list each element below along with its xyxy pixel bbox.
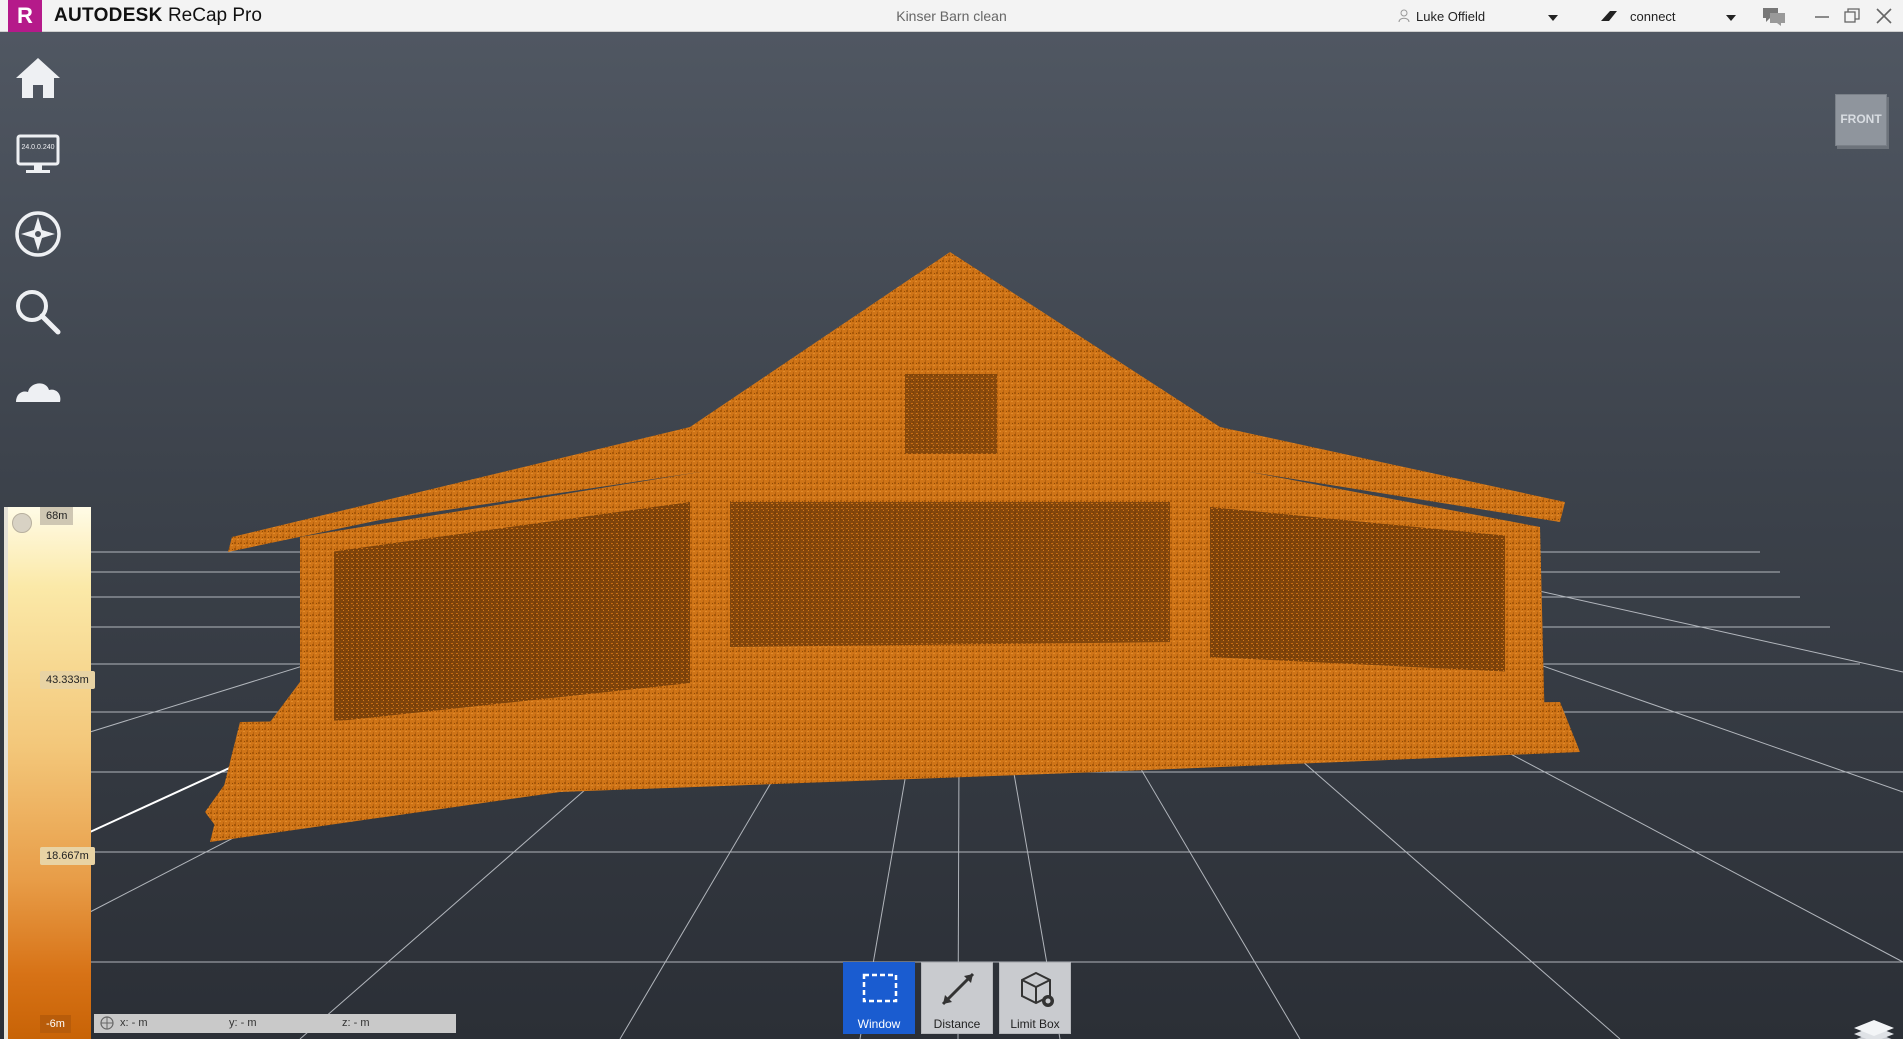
app-name: AUTODESK ReCap Pro bbox=[54, 5, 262, 27]
connect-icon bbox=[1601, 11, 1617, 21]
title-bar: R AUTODESK ReCap Pro Kinser Barn clean L… bbox=[0, 0, 1903, 32]
chat-icon[interactable] bbox=[1762, 7, 1786, 27]
coord-y: y: - m bbox=[229, 1017, 257, 1029]
legend-max: 68m bbox=[40, 507, 74, 525]
cloud-icon[interactable] bbox=[12, 364, 64, 416]
window-select-button[interactable]: Window bbox=[843, 962, 915, 1034]
connect-label: connect bbox=[1630, 9, 1676, 24]
point-cloud-scene[interactable] bbox=[0, 32, 1903, 1039]
view-cube-face: FRONT bbox=[1840, 112, 1882, 126]
elevation-gradient bbox=[8, 507, 91, 1039]
window-select-icon bbox=[862, 973, 898, 1003]
monitor-icon bbox=[16, 134, 60, 173]
close-icon[interactable] bbox=[1874, 6, 1894, 26]
user-menu[interactable]: Luke Offield bbox=[1398, 8, 1558, 28]
coord-z: z: - m bbox=[342, 1017, 370, 1029]
home-icon[interactable] bbox=[12, 52, 64, 104]
limit-box-label: Limit Box bbox=[1010, 1017, 1060, 1031]
navigation-compass-icon[interactable] bbox=[12, 208, 64, 260]
view-cube[interactable]: FRONT bbox=[1835, 94, 1887, 146]
product-name: ReCap Pro bbox=[167, 5, 262, 26]
legend-lower[interactable]: 18.667m bbox=[40, 847, 95, 865]
restore-icon[interactable] bbox=[1842, 6, 1862, 26]
legend-upper[interactable]: 43.333m bbox=[40, 671, 95, 689]
3d-viewport[interactable]: 24.0.0.240 FRONT bbox=[0, 32, 1903, 1039]
app-logo: R bbox=[8, 0, 42, 32]
minimize-icon[interactable] bbox=[1812, 6, 1832, 26]
display-setting-label: 24.0.0.240 bbox=[21, 144, 55, 151]
window-label: Window bbox=[857, 1017, 901, 1031]
coord-x: x: - m bbox=[120, 1017, 148, 1029]
distance-label: Distance bbox=[933, 1017, 981, 1031]
brand-name: AUTODESK bbox=[54, 5, 163, 26]
elevation-legend: 68m 43.333m 18.667m -6m bbox=[4, 507, 95, 1039]
user-icon bbox=[1398, 9, 1410, 23]
chevron-down-icon bbox=[1548, 15, 1558, 21]
user-name: Luke Offield bbox=[1416, 9, 1486, 24]
layers-icon[interactable] bbox=[1850, 1010, 1898, 1039]
legend-settings-handle[interactable] bbox=[12, 513, 32, 533]
limit-box-button[interactable]: Limit Box bbox=[999, 962, 1071, 1034]
chevron-down-icon bbox=[1726, 15, 1736, 21]
crosshair-icon bbox=[100, 1016, 114, 1030]
coordinate-readout: x: - m y: - m z: - m bbox=[94, 1014, 456, 1033]
legend-min: -6m bbox=[40, 1015, 71, 1033]
distance-icon bbox=[941, 972, 975, 1006]
display-settings-button[interactable]: 24.0.0.240 bbox=[12, 130, 64, 182]
search-icon[interactable] bbox=[12, 286, 64, 338]
barn-point-cloud bbox=[205, 252, 1580, 842]
limit-box-icon bbox=[1021, 971, 1054, 1007]
distance-button[interactable]: Distance bbox=[921, 962, 993, 1034]
connect-menu[interactable]: connect bbox=[1600, 8, 1740, 28]
